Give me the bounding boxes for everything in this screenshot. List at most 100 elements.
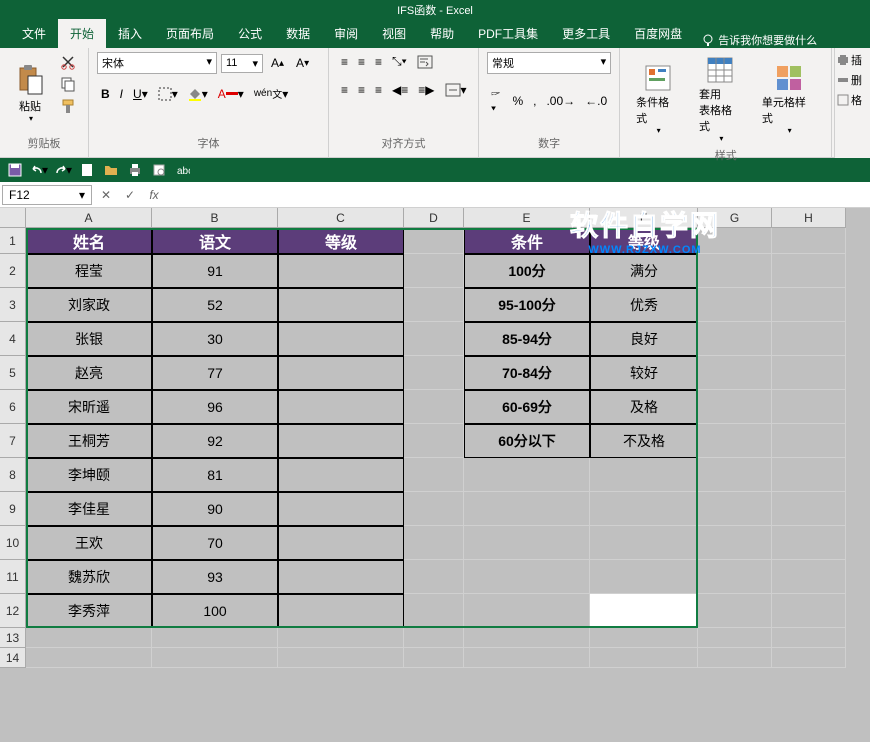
cell-B7[interactable]: 92 — [152, 424, 278, 458]
print-preview-button[interactable] — [150, 161, 168, 179]
undo-button[interactable]: ▾ — [30, 161, 48, 179]
cell-G8[interactable] — [698, 458, 772, 492]
cell-H4[interactable] — [772, 322, 846, 356]
cell-A8[interactable]: 李坤颐 — [26, 458, 152, 492]
cell-C10[interactable] — [278, 526, 404, 560]
decrease-decimal-button[interactable]: ←.0 — [581, 84, 611, 118]
cell-G11[interactable] — [698, 560, 772, 594]
cell-D14[interactable] — [404, 648, 464, 668]
cell-E3[interactable]: 95-100分 — [464, 288, 590, 322]
menu-更多工具[interactable]: 更多工具 — [550, 19, 622, 48]
tell-me-input[interactable]: 告诉我你想要做什么 — [702, 32, 817, 48]
cell-H3[interactable] — [772, 288, 846, 322]
cell-A12[interactable]: 李秀萍 — [26, 594, 152, 628]
cell-C5[interactable] — [278, 356, 404, 390]
underline-button[interactable]: U ▾ — [129, 85, 152, 103]
select-all-corner[interactable] — [0, 208, 26, 228]
cell-D5[interactable] — [404, 356, 464, 390]
cell-C9[interactable] — [278, 492, 404, 526]
cell-B1[interactable]: 语文 — [152, 228, 278, 254]
cell-E14[interactable] — [464, 648, 590, 668]
cell-E13[interactable] — [464, 628, 590, 648]
font-color-button[interactable]: A ▾ — [214, 85, 248, 103]
row-header-2[interactable]: 2 — [0, 254, 26, 288]
cell-E9[interactable] — [464, 492, 590, 526]
cell-C2[interactable] — [278, 254, 404, 288]
cell-A7[interactable]: 王桐芳 — [26, 424, 152, 458]
cell-F2[interactable]: 满分 — [590, 254, 698, 288]
copy-button[interactable] — [56, 74, 80, 94]
cell-A9[interactable]: 李佳星 — [26, 492, 152, 526]
menu-百度网盘[interactable]: 百度网盘 — [622, 19, 694, 48]
row-header-7[interactable]: 7 — [0, 424, 26, 458]
currency-button[interactable]: 🖙▾ — [487, 84, 506, 118]
cell-C1[interactable]: 等级 — [278, 228, 404, 254]
cell-B11[interactable]: 93 — [152, 560, 278, 594]
wrap-text-button[interactable] — [413, 52, 437, 71]
cell-F14[interactable] — [590, 648, 698, 668]
new-button[interactable] — [78, 161, 96, 179]
cell-G3[interactable] — [698, 288, 772, 322]
cell-B5[interactable]: 77 — [152, 356, 278, 390]
percent-button[interactable]: % — [508, 84, 527, 118]
cell-D4[interactable] — [404, 322, 464, 356]
cell-D8[interactable] — [404, 458, 464, 492]
cell-F11[interactable] — [590, 560, 698, 594]
cell-B3[interactable]: 52 — [152, 288, 278, 322]
col-header-B[interactable]: B — [152, 208, 278, 228]
decrease-indent-button[interactable]: ◀≡ — [388, 81, 412, 99]
cell-A3[interactable]: 刘家政 — [26, 288, 152, 322]
cell-A5[interactable]: 赵亮 — [26, 356, 152, 390]
cell-G2[interactable] — [698, 254, 772, 288]
cell-C14[interactable] — [278, 648, 404, 668]
cell-H14[interactable] — [772, 648, 846, 668]
cell-styles-button[interactable]: 单元格样式▾ — [754, 52, 824, 147]
menu-页面布局[interactable]: 页面布局 — [154, 19, 226, 48]
redo-button[interactable]: ▾ — [54, 161, 72, 179]
cell-C6[interactable] — [278, 390, 404, 424]
menu-开始[interactable]: 开始 — [58, 19, 106, 48]
cell-G4[interactable] — [698, 322, 772, 356]
cell-E10[interactable] — [464, 526, 590, 560]
align-left-button[interactable]: ≡ — [337, 81, 352, 99]
col-header-D[interactable]: D — [404, 208, 464, 228]
cell-A2[interactable]: 程莹 — [26, 254, 152, 288]
table-format-button[interactable]: 套用 表格格式▾ — [691, 52, 750, 147]
formula-input[interactable] — [166, 193, 870, 197]
cell-G13[interactable] — [698, 628, 772, 648]
menu-PDF工具集[interactable]: PDF工具集 — [466, 19, 550, 48]
fx-button[interactable]: fx — [142, 184, 166, 206]
menu-数据[interactable]: 数据 — [274, 19, 322, 48]
menu-审阅[interactable]: 审阅 — [322, 19, 370, 48]
col-header-H[interactable]: H — [772, 208, 846, 228]
active-cell[interactable] — [590, 594, 698, 628]
cell-D11[interactable] — [404, 560, 464, 594]
cell-A4[interactable]: 张银 — [26, 322, 152, 356]
orientation-button[interactable]: ⤡▾ — [388, 52, 411, 71]
cell-F5[interactable]: 较好 — [590, 356, 698, 390]
conditional-format-button[interactable]: 条件格式▾ — [628, 52, 687, 147]
cell-F7[interactable]: 不及格 — [590, 424, 698, 458]
row-header-1[interactable]: 1 — [0, 228, 26, 254]
font-name-select[interactable]: 宋体▾ — [97, 52, 217, 74]
cell-D13[interactable] — [404, 628, 464, 648]
phonetic-button[interactable]: wén文 ▾ — [250, 84, 292, 103]
row-header-6[interactable]: 6 — [0, 390, 26, 424]
row-header-9[interactable]: 9 — [0, 492, 26, 526]
cell-F6[interactable]: 及格 — [590, 390, 698, 424]
merge-center-button[interactable]: ▾ — [441, 81, 471, 99]
cell-B8[interactable]: 81 — [152, 458, 278, 492]
cell-H7[interactable] — [772, 424, 846, 458]
cell-B9[interactable]: 90 — [152, 492, 278, 526]
cell-F8[interactable] — [590, 458, 698, 492]
cell-A1[interactable]: 姓名 — [26, 228, 152, 254]
row-header-3[interactable]: 3 — [0, 288, 26, 322]
col-header-C[interactable]: C — [278, 208, 404, 228]
cell-A10[interactable]: 王欢 — [26, 526, 152, 560]
font-size-select[interactable]: 11▾ — [221, 54, 263, 73]
cut-button[interactable] — [56, 52, 80, 72]
cell-D2[interactable] — [404, 254, 464, 288]
cell-G7[interactable] — [698, 424, 772, 458]
cell-F3[interactable]: 优秀 — [590, 288, 698, 322]
italic-button[interactable]: I — [116, 85, 127, 103]
